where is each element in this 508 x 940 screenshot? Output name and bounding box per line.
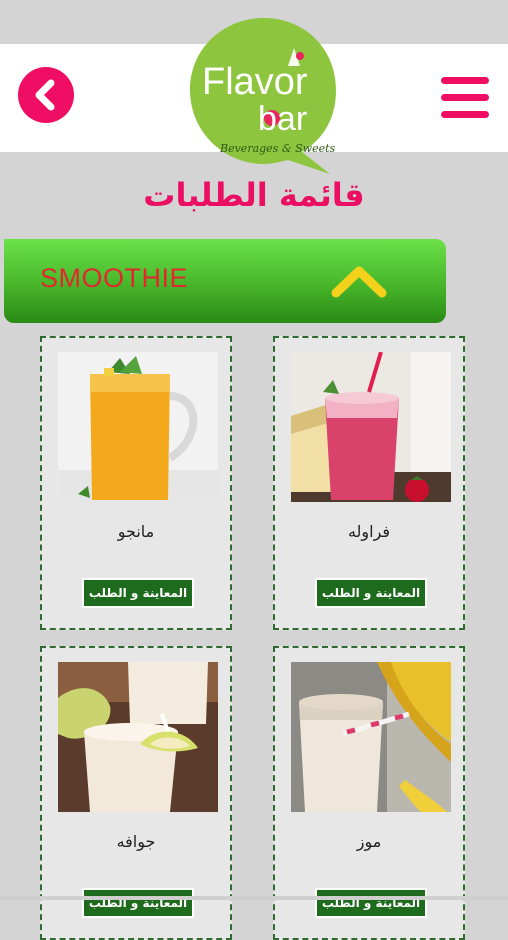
- product-name: فراوله: [347, 522, 391, 541]
- preview-order-button[interactable]: المعاينة و الطلب: [82, 888, 194, 918]
- product-card-strawberry[interactable]: فراوله المعاينة و الطلب: [273, 336, 465, 630]
- guava-smoothie-image: [58, 662, 218, 812]
- logo: Flavor bar Beverages & Sweets: [184, 12, 344, 178]
- logo-text-bar: bar: [258, 100, 307, 138]
- menu-button[interactable]: [439, 77, 491, 119]
- hamburger-menu-icon: [441, 77, 489, 84]
- back-button[interactable]: [18, 67, 74, 123]
- preview-order-button[interactable]: المعاينة و الطلب: [315, 888, 427, 918]
- mango-smoothie-image: [58, 352, 218, 502]
- chevron-up-icon[interactable]: [328, 261, 390, 301]
- strawberry-smoothie-image: [291, 352, 451, 502]
- product-name: جوافه: [116, 832, 156, 851]
- preview-order-button[interactable]: المعاينة و الطلب: [82, 578, 194, 608]
- category-label: SMOOTHIE: [40, 263, 189, 293]
- logo-tagline: Beverages & Sweets: [219, 142, 336, 155]
- logo-text-flavor: Flavor: [202, 61, 308, 103]
- product-card-mango[interactable]: مانجو المعاينة و الطلب: [40, 336, 232, 630]
- banana-smoothie-image: [291, 662, 451, 812]
- product-name: موز: [356, 832, 382, 851]
- page-title: قائمة الطلبات: [143, 176, 365, 214]
- category-header-smoothie[interactable]: SMOOTHIE: [4, 239, 446, 323]
- bottom-edge: [0, 896, 508, 900]
- preview-order-button[interactable]: المعاينة و الطلب: [315, 578, 427, 608]
- back-arrow-icon: [35, 79, 55, 111]
- product-name: مانجو: [117, 522, 155, 541]
